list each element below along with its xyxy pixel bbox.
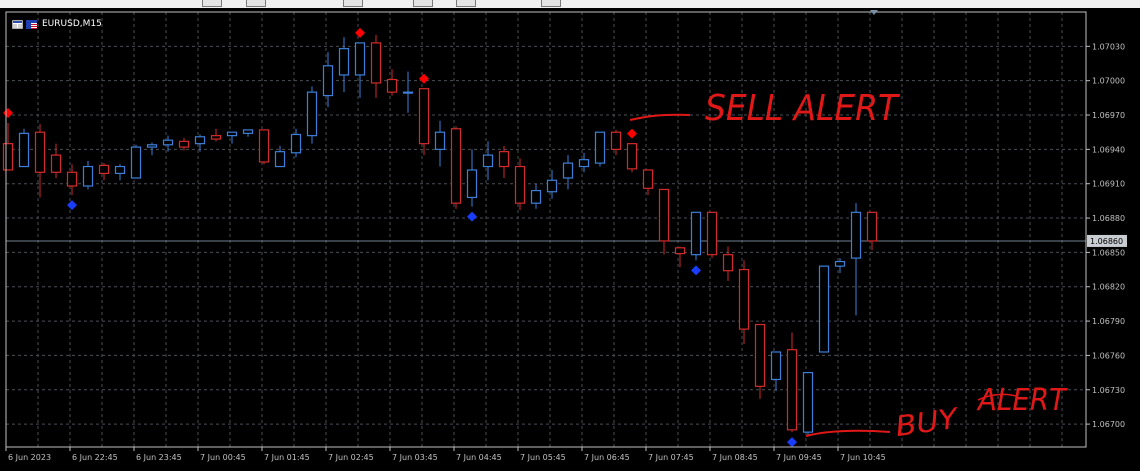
x-tick-label: 7 Jun 01:45 xyxy=(264,453,310,462)
candle-body xyxy=(34,131,46,173)
candle-body xyxy=(306,91,318,137)
y-tick-label: 1.06940 xyxy=(1092,145,1125,154)
candle-body xyxy=(722,254,734,272)
candle-body xyxy=(770,351,782,381)
toolbar-button[interactable] xyxy=(343,0,363,7)
y-tick-label: 1.06760 xyxy=(1092,351,1125,360)
candle-body xyxy=(370,42,382,84)
candle-body xyxy=(674,247,686,255)
candle-body xyxy=(738,268,750,330)
candle-body xyxy=(530,189,542,204)
x-tick-label: 6 Jun 2023 xyxy=(8,453,51,462)
x-tick-label: 7 Jun 07:45 xyxy=(648,453,694,462)
candle-body xyxy=(610,131,622,150)
candle-body xyxy=(818,265,830,353)
candle-body xyxy=(2,143,14,171)
candle-body xyxy=(146,144,158,148)
y-tick-label: 1.07000 xyxy=(1092,77,1125,86)
x-tick-label: 7 Jun 04:45 xyxy=(456,453,502,462)
candle-body xyxy=(338,48,350,76)
candle-body xyxy=(594,131,606,164)
candle-body xyxy=(690,211,702,256)
candle-body xyxy=(642,169,654,189)
candle-body xyxy=(258,129,270,163)
x-tick-label: 7 Jun 06:45 xyxy=(584,453,630,462)
toolbar-button[interactable] xyxy=(541,0,561,7)
x-tick-label: 7 Jun 05:45 xyxy=(520,453,566,462)
y-tick-label: 1.06880 xyxy=(1092,214,1125,223)
candle-body xyxy=(498,151,510,168)
candle-body xyxy=(402,91,414,94)
current-price-label: 1.06860 xyxy=(1090,237,1123,246)
y-tick-label: 1.06970 xyxy=(1092,111,1125,120)
candle-body xyxy=(802,371,814,433)
candle-body xyxy=(626,143,638,170)
candle-body xyxy=(514,165,526,204)
symbol-header: EURUSD,M15 xyxy=(12,17,102,31)
candle-body xyxy=(210,135,222,140)
x-tick-label: 7 Jun 10:45 xyxy=(840,453,886,462)
chart-window-icon xyxy=(12,19,23,29)
toolbar-button[interactable] xyxy=(202,0,222,7)
candle-body xyxy=(866,211,878,242)
candle-body xyxy=(274,151,286,168)
y-tick-label: 1.07030 xyxy=(1092,42,1125,51)
price-chart[interactable]: 1.06860 1.07030 1.07000 1.06970 1.06940 1.06… xyxy=(0,8,1140,467)
candle-body xyxy=(354,42,366,76)
candle-body xyxy=(290,133,302,154)
y-tick-label: 1.06850 xyxy=(1092,248,1125,257)
candle-body xyxy=(18,132,30,168)
candle-body xyxy=(466,169,478,199)
candle-body xyxy=(114,165,126,175)
candle-body xyxy=(50,154,62,173)
candle-body xyxy=(546,179,558,193)
candle-body xyxy=(706,211,718,256)
symbol-flag-icon xyxy=(26,19,37,29)
toolbar-button[interactable] xyxy=(456,0,476,7)
candle-body xyxy=(322,65,334,97)
candle-body xyxy=(66,171,78,187)
candle-body xyxy=(850,211,862,259)
toolbar-button[interactable] xyxy=(413,0,433,7)
candle-body xyxy=(82,165,94,187)
candle-body xyxy=(98,164,110,175)
candle-body xyxy=(226,131,238,137)
x-tick-label: 6 Jun 22:45 xyxy=(72,453,118,462)
candle-body xyxy=(242,129,254,134)
candle-body xyxy=(658,188,670,242)
x-tick-label: 7 Jun 09:45 xyxy=(776,453,822,462)
sell-alert-label: SELL ALERT xyxy=(705,88,901,129)
x-tick-label: 6 Jun 23:45 xyxy=(136,453,182,462)
candle-body xyxy=(194,136,206,145)
x-tick-label: 7 Jun 08:45 xyxy=(712,453,758,462)
candle-body xyxy=(834,260,846,267)
y-tick-label: 1.06910 xyxy=(1092,180,1125,189)
candle-body xyxy=(418,88,430,145)
y-tick-label: 1.06790 xyxy=(1092,317,1125,326)
candle-body xyxy=(786,349,798,431)
x-tick-label: 7 Jun 02:45 xyxy=(328,453,374,462)
candle-body xyxy=(130,146,142,179)
chart-area[interactable]: 1.06860 1.07030 1.07000 1.06970 1.06940 1.06… xyxy=(0,8,1140,467)
y-tick-label: 1.06700 xyxy=(1092,420,1125,429)
candle-body xyxy=(450,128,462,204)
candle-body xyxy=(754,323,766,387)
buy-alert-label-2: ALERT xyxy=(976,383,1068,418)
symbol-label: EURUSD,M15 xyxy=(42,19,102,29)
x-tick-label: 7 Jun 03:45 xyxy=(392,453,438,462)
candle-body xyxy=(434,131,446,150)
candle-body xyxy=(482,154,494,168)
y-tick-label: 1.06730 xyxy=(1092,386,1125,395)
candle-body xyxy=(178,140,190,148)
candle-body xyxy=(578,159,590,168)
toolbar-button[interactable] xyxy=(246,0,266,7)
candle-body xyxy=(562,162,574,179)
candle-body xyxy=(386,78,398,93)
y-tick-label: 1.06820 xyxy=(1092,283,1125,292)
x-tick-label: 7 Jun 00:45 xyxy=(200,453,246,462)
candle-body xyxy=(162,139,174,146)
